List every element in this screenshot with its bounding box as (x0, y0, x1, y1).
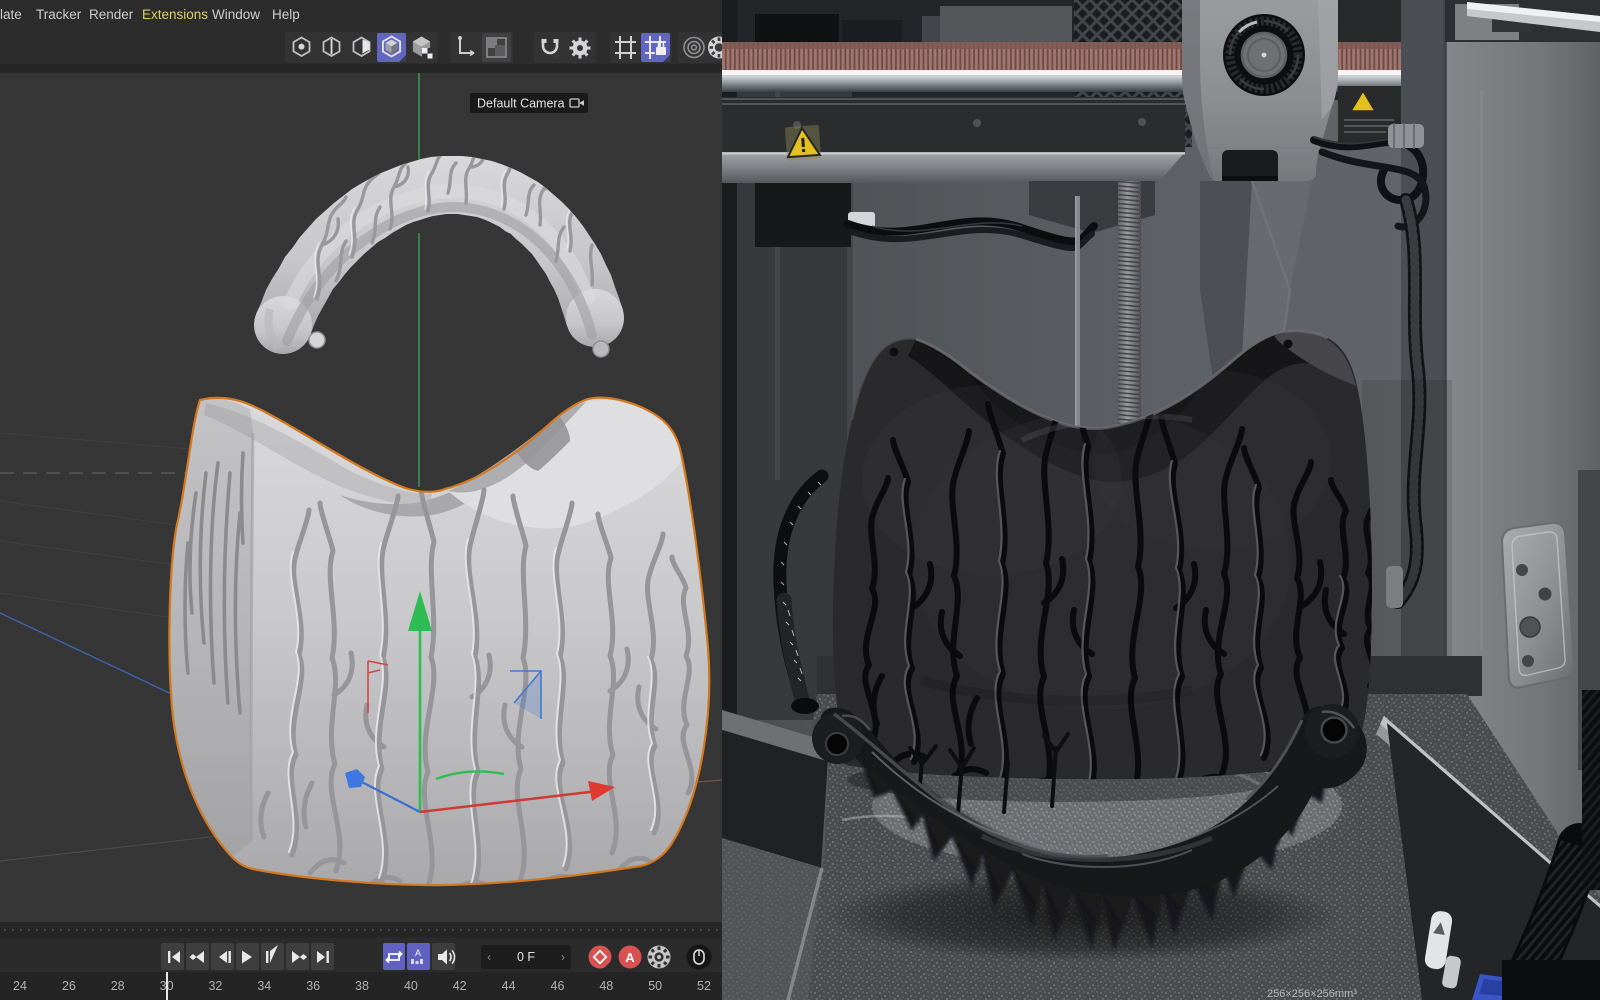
svg-text:A: A (415, 948, 421, 958)
svg-text:‹: ‹ (487, 950, 491, 964)
svg-text:A: A (625, 950, 635, 965)
svg-text:256×256×256mm³: 256×256×256mm³ (1267, 988, 1357, 1000)
svg-text:0 F: 0 F (517, 950, 535, 964)
svg-text:›: › (561, 950, 565, 964)
svg-text:Default Camera: Default Camera (477, 97, 565, 111)
